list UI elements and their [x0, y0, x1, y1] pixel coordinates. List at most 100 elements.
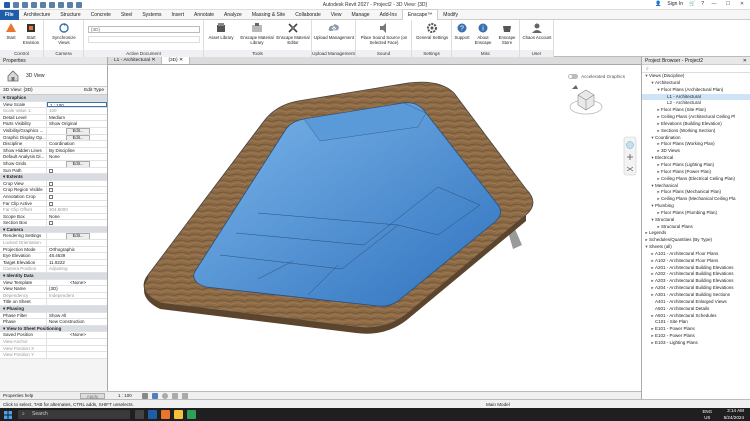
edit-type-button[interactable]: Edit Type [84, 87, 104, 95]
edit-button[interactable]: Edit... [65, 233, 91, 240]
ribbon-tab-collaborate[interactable]: Collaborate [290, 10, 326, 20]
cart-icon[interactable]: 🛒 [689, 1, 695, 7]
start-menu-icon[interactable] [4, 411, 12, 419]
property-category[interactable]: ▾ Extents [0, 174, 107, 181]
asset-library-button[interactable]: Asset Library [204, 22, 238, 40]
property-category[interactable]: ▾ View to Sheet Positioning [0, 325, 107, 333]
sign-in-link[interactable]: Sign In [667, 1, 683, 7]
close-icon[interactable]: ✕ [743, 57, 747, 65]
material-editor-button[interactable]: Enscape Material Editor [276, 22, 310, 45]
property-value[interactable] [47, 187, 107, 193]
browser-item[interactable]: ▸Structural Plans [642, 224, 750, 231]
property-category[interactable]: ▾ Camera [0, 226, 107, 234]
user-icon[interactable]: 👤 [655, 1, 661, 7]
property-value[interactable]: 1 : 100 [47, 101, 107, 108]
property-value[interactable]: 48.4639 [47, 253, 107, 259]
steering-wheel-icon[interactable] [626, 141, 634, 149]
ribbon-tab-modify[interactable]: Modify [438, 10, 463, 20]
property-checkbox[interactable] [49, 194, 53, 199]
property-category[interactable]: ▾ Graphics [0, 95, 107, 102]
property-value[interactable]: New Construction [47, 319, 107, 325]
property-value[interactable]: Edit... [47, 160, 107, 167]
enscape-store-button[interactable]: Enscape Store [496, 22, 518, 45]
ribbon-tab-insert[interactable]: Insert [166, 10, 189, 20]
ribbon-tab-view[interactable]: View [326, 10, 347, 20]
browser-item[interactable]: ▾Floor Plans (Architectural Plan) [642, 87, 750, 94]
input-language[interactable]: ENG US [702, 409, 712, 420]
property-value[interactable]: 100 [47, 108, 107, 114]
browser-item[interactable]: A501 - Architectural Details [642, 306, 750, 313]
property-value[interactable]: Adjusting [47, 266, 107, 272]
browser-item[interactable]: ▸Ceiling Plans (Electrical Ceiling Plan) [642, 176, 750, 183]
browser-item[interactable]: ▸Ceiling Plans (Mechanical Ceiling Pla [642, 196, 750, 203]
property-value[interactable]: {3D} [47, 286, 107, 292]
property-value[interactable]: None [47, 214, 107, 220]
close-tab-icon[interactable]: ✕ [150, 58, 155, 63]
active-view-dropdown[interactable]: {3D} [88, 26, 200, 33]
browser-item[interactable]: ▸Floor Plans (Lighting Plan) [642, 162, 750, 169]
type-selector[interactable]: 3D View [0, 65, 107, 87]
browser-item[interactable]: ▾Structural [642, 217, 750, 224]
ribbon-tab-structure[interactable]: Structure [55, 10, 85, 20]
view-tab-3d[interactable]: {3D} ✕ [162, 57, 191, 64]
browser-item[interactable]: ▸A202 - Architectural Building Elevation… [642, 271, 750, 278]
properties-help-link[interactable]: Properties help [3, 393, 33, 398]
browser-item[interactable]: ▸Floor Plans (Plumbing Plan) [642, 210, 750, 217]
property-value[interactable]: Coordination [47, 141, 107, 147]
about-enscape-button[interactable]: i About Enscape [472, 22, 494, 45]
browser-item[interactable]: ▾Electrical [642, 155, 750, 162]
pool-model[interactable] [108, 65, 641, 391]
view-cube[interactable] [569, 85, 603, 115]
close-button[interactable]: ✕ [738, 1, 746, 7]
chaos-account-button[interactable]: Chaos Account [521, 22, 553, 40]
property-value[interactable] [47, 201, 107, 207]
browser-item[interactable]: ▸A203 - Architectural Building Elevation… [642, 278, 750, 285]
ribbon-tab-annotate[interactable]: Annotate [189, 10, 219, 20]
browser-item[interactable]: ▸Elevations (Building Elevation) [642, 121, 750, 128]
help-icon[interactable]: ? [701, 1, 704, 7]
ribbon-tab-massing-site[interactable]: Massing & Site [247, 10, 290, 20]
start-button[interactable]: Start [2, 22, 20, 40]
browser-item[interactable]: ▸A204 - Architectural Building Elevation… [642, 285, 750, 292]
browser-item[interactable]: ▸Ceiling Plans (Architectural Ceiling Pl [642, 114, 750, 121]
browser-item[interactable]: ▾Mechanical [642, 183, 750, 190]
browser-item[interactable]: ▸3D Views [642, 148, 750, 155]
property-category[interactable]: ▾ Identity Data [0, 273, 107, 280]
property-value[interactable] [47, 240, 107, 246]
browser-item[interactable]: L2 - Architectural [642, 100, 750, 107]
taskbar-clock[interactable]: 3:14 AM 5/24/2024 [724, 408, 744, 421]
property-value[interactable]: Show Original [47, 121, 107, 127]
ribbon-tab-manage[interactable]: Manage [347, 10, 375, 20]
property-checkbox[interactable] [49, 168, 53, 173]
browser-item[interactable]: ▸A601 - Architectural Schedules [642, 313, 750, 320]
ribbon-tab-analyze[interactable]: Analyze [219, 10, 247, 20]
taskbar-search[interactable]: ⌕ Search [18, 410, 130, 419]
ribbon-tab-add-ins[interactable]: Add-Ins [375, 10, 402, 20]
general-settings-button[interactable]: General Settings [414, 22, 450, 40]
ribbon-tab-file[interactable]: File [0, 9, 19, 20]
edit-button[interactable]: Edit... [65, 127, 91, 134]
property-value[interactable] [47, 220, 107, 226]
property-value[interactable] [47, 352, 107, 358]
3d-viewport[interactable]: Accelerated Graphics [108, 65, 641, 391]
browser-item[interactable]: ▸A102 - Architectural Floor Plans [642, 258, 750, 265]
browser-item[interactable]: ▾Coordination [642, 135, 750, 142]
property-value[interactable] [47, 194, 107, 200]
browser-item[interactable]: ▸Floor Plans (Site Plan) [642, 107, 750, 114]
property-value[interactable]: By Discipline [47, 148, 107, 154]
browser-item[interactable]: ▸A201 - Architectural Building Elevation… [642, 265, 750, 272]
view-tab-l1-architectural[interactable]: L1 - Architectural ✕ [108, 57, 163, 64]
property-checkbox[interactable] [49, 221, 53, 226]
browser-item[interactable]: ▸Legends [642, 230, 750, 237]
maximize-button[interactable]: ☐ [724, 1, 732, 7]
ribbon-tab-concrete[interactable]: Concrete [86, 10, 116, 20]
browser-item[interactable]: ▸A101 - Architectural Floor Plans [642, 251, 750, 258]
edit-button[interactable]: Edit... [65, 160, 91, 167]
browser-item[interactable]: ▾Plumbing [642, 203, 750, 210]
browser-item[interactable]: ▸E102 - Power Plans [642, 333, 750, 340]
synchronize-views-button[interactable]: Synchronize Views [46, 22, 82, 45]
ribbon-tab-enscape[interactable]: Enscape™ [401, 9, 439, 20]
property-value[interactable] [47, 346, 107, 352]
browser-item[interactable]: ▸E101 - Power Plans [642, 326, 750, 333]
browser-item[interactable]: ▸Schedules/Quantities (By Type) [642, 237, 750, 244]
